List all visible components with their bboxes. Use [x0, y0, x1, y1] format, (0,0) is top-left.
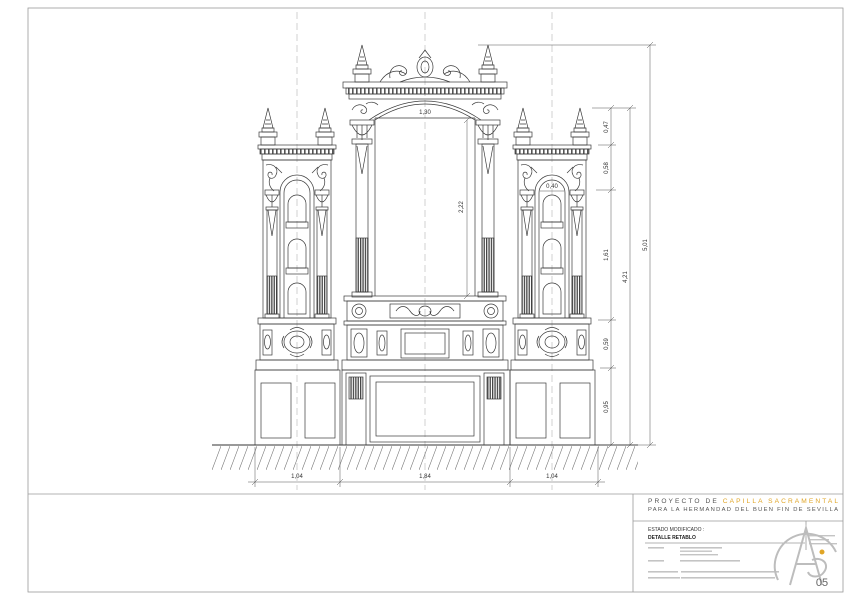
- dim-height-a: 0,47: [604, 121, 610, 133]
- spandrel-ornament: [351, 101, 379, 114]
- drawing-title: DETALLE RETABLO: [648, 535, 696, 541]
- tower-base: [254, 369, 341, 446]
- dim-opening-height: 2,22: [459, 201, 465, 213]
- retablo-drawing: 1,04 1,84 1,04 0,47 0,58 1,61 0,59 0,95 …: [27, 7, 844, 593]
- pinnacle: [258, 107, 278, 146]
- dim-height-b: 0,58: [604, 162, 610, 174]
- left-tower: [254, 107, 341, 446]
- center-body: [341, 44, 511, 446]
- pinnacle: [478, 44, 498, 83]
- state-label: ESTADO MODIFICADO :: [648, 527, 704, 533]
- tower-column: [264, 189, 280, 319]
- ground-hatching: [212, 446, 638, 470]
- pinnacle: [352, 44, 372, 83]
- scroll-ornament: [265, 164, 283, 192]
- right-tower: [510, 108, 595, 445]
- dim-niche-width: 0,40: [546, 184, 558, 190]
- project-subtitle: PARA LA HERMANDAD DEL BUEN FIN DE SEVILL…: [648, 507, 838, 513]
- base-panel: [260, 382, 292, 439]
- pinnacle: [315, 107, 335, 146]
- scroll-ornament: [311, 164, 329, 192]
- dim-bottom-left: 1,04: [291, 474, 303, 480]
- sheet-frame: [27, 7, 844, 593]
- base-panel: [304, 382, 336, 439]
- project-title-highlight: CAPILLA SACRAMENTAL: [723, 498, 839, 505]
- dim-height-d: 0,59: [604, 338, 610, 350]
- dim-height-total: 5,01: [643, 239, 649, 251]
- dim-height-e: 0,95: [604, 401, 610, 413]
- crest-ornament: [379, 49, 471, 83]
- center-base: [341, 369, 511, 446]
- dim-height-subtotal: 4,21: [623, 271, 629, 283]
- center-column: [349, 119, 375, 298]
- sheet-number: 05: [816, 577, 828, 589]
- title-block: PROYECTO DE CAPILLA SACRAMENTAL PARA LA …: [632, 494, 843, 592]
- drawing-sheet: 1,04 1,84 1,04 0,47 0,58 1,61 0,59 0,95 …: [0, 0, 850, 599]
- project-title: PROYECTO DE CAPILLA SACRAMENTAL: [648, 498, 838, 505]
- project-title-prefix: PROYECTO DE: [648, 498, 717, 505]
- spandrel-ornament: [471, 101, 499, 114]
- dim-opening-width: 1,30: [419, 110, 431, 116]
- dim-bottom-right: 1,04: [546, 474, 558, 480]
- tower-dentils: [259, 148, 335, 155]
- dim-height-c: 1,61: [604, 249, 610, 261]
- tower-column: [314, 189, 330, 319]
- dim-bottom-center: 1,84: [419, 474, 431, 480]
- center-column: [475, 119, 501, 298]
